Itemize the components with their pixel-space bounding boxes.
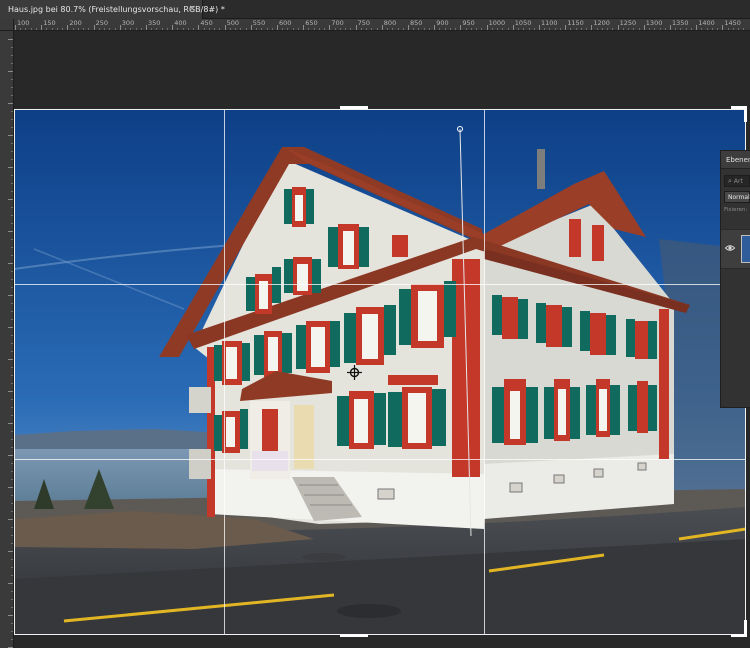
ruler-label: 750 [357, 19, 371, 27]
blend-mode-value: Normal [728, 193, 750, 201]
ruler-label: 150 [43, 19, 56, 27]
ruler-label: 600 [279, 19, 292, 27]
photo-image[interactable] [14, 109, 746, 635]
blend-mode-select[interactable]: Normal [724, 191, 750, 203]
ruler-label: 1450 [724, 19, 741, 27]
ruler-label: 250 [95, 19, 109, 27]
layers-panel-header[interactable]: Ebenen [721, 151, 750, 169]
vertical-ruler[interactable] [0, 31, 14, 648]
ruler-label: 1200 [593, 19, 610, 27]
ruler-label: 1250 [619, 19, 637, 27]
layers-panel: Ebenen ⌕ Art Normal Fixieren: [720, 150, 750, 408]
ruler-label: 700 [331, 19, 344, 27]
document-tab-bar: Haus.jpg bei 80.7% (Freistellungsvorscha… [0, 0, 750, 19]
crop-center-crosshair-icon[interactable] [347, 365, 362, 380]
ruler-label: 900 [436, 19, 449, 27]
crop-handle-top-center[interactable] [340, 106, 368, 109]
ruler-label: 1050 [514, 19, 532, 27]
ruler-label: 1150 [567, 19, 584, 27]
layer-row[interactable] [721, 229, 750, 269]
ruler-label: 200 [69, 19, 82, 27]
ruler-origin[interactable] [0, 19, 14, 31]
ruler-label: 1000 [488, 19, 506, 27]
document-tab[interactable]: Haus.jpg bei 80.7% (Freistellungsvorscha… [0, 0, 225, 19]
layer-filter-placeholder: Art [733, 177, 743, 185]
ruler-label: 300 [121, 19, 135, 27]
ruler-label: 1350 [672, 19, 689, 27]
rotation-axis-line[interactable] [457, 126, 473, 538]
ruler-label: 800 [383, 19, 397, 27]
lock-label: Fixieren: [724, 207, 748, 213]
ruler-label: 1400 [698, 19, 715, 27]
ruler-label: 950 [462, 19, 475, 27]
crop-handle-bottom-center[interactable] [340, 634, 368, 637]
eye-icon[interactable] [725, 243, 735, 253]
ruler-label: 400 [174, 19, 187, 27]
layer-thumbnail[interactable] [741, 235, 750, 263]
crop-handle-top-right-v[interactable] [744, 106, 747, 122]
ruler-label: 100 [17, 19, 30, 27]
search-icon: ⌕ [728, 176, 732, 185]
ruler-label: 500 [226, 19, 240, 27]
ruler-label: 550 [252, 19, 266, 27]
house-photo [14, 109, 746, 635]
ruler-label: 650 [305, 19, 318, 27]
ruler-label: 450 [200, 19, 213, 27]
horizontal-ruler[interactable]: 100 150 200 250 300 350 400 450 500 550 600 650 700 7… [14, 19, 750, 31]
crop-handle-bottom-right-v[interactable] [744, 620, 747, 636]
ruler-label: 1300 [645, 19, 663, 27]
ruler-label: 1100 [541, 19, 558, 27]
ruler-label: 850 [410, 19, 423, 27]
layers-panel-title: Ebenen [726, 155, 750, 164]
close-icon[interactable]: × [188, 3, 196, 15]
ruler-label: 350 [148, 19, 161, 27]
layer-filter-input[interactable]: ⌕ Art [724, 175, 750, 187]
